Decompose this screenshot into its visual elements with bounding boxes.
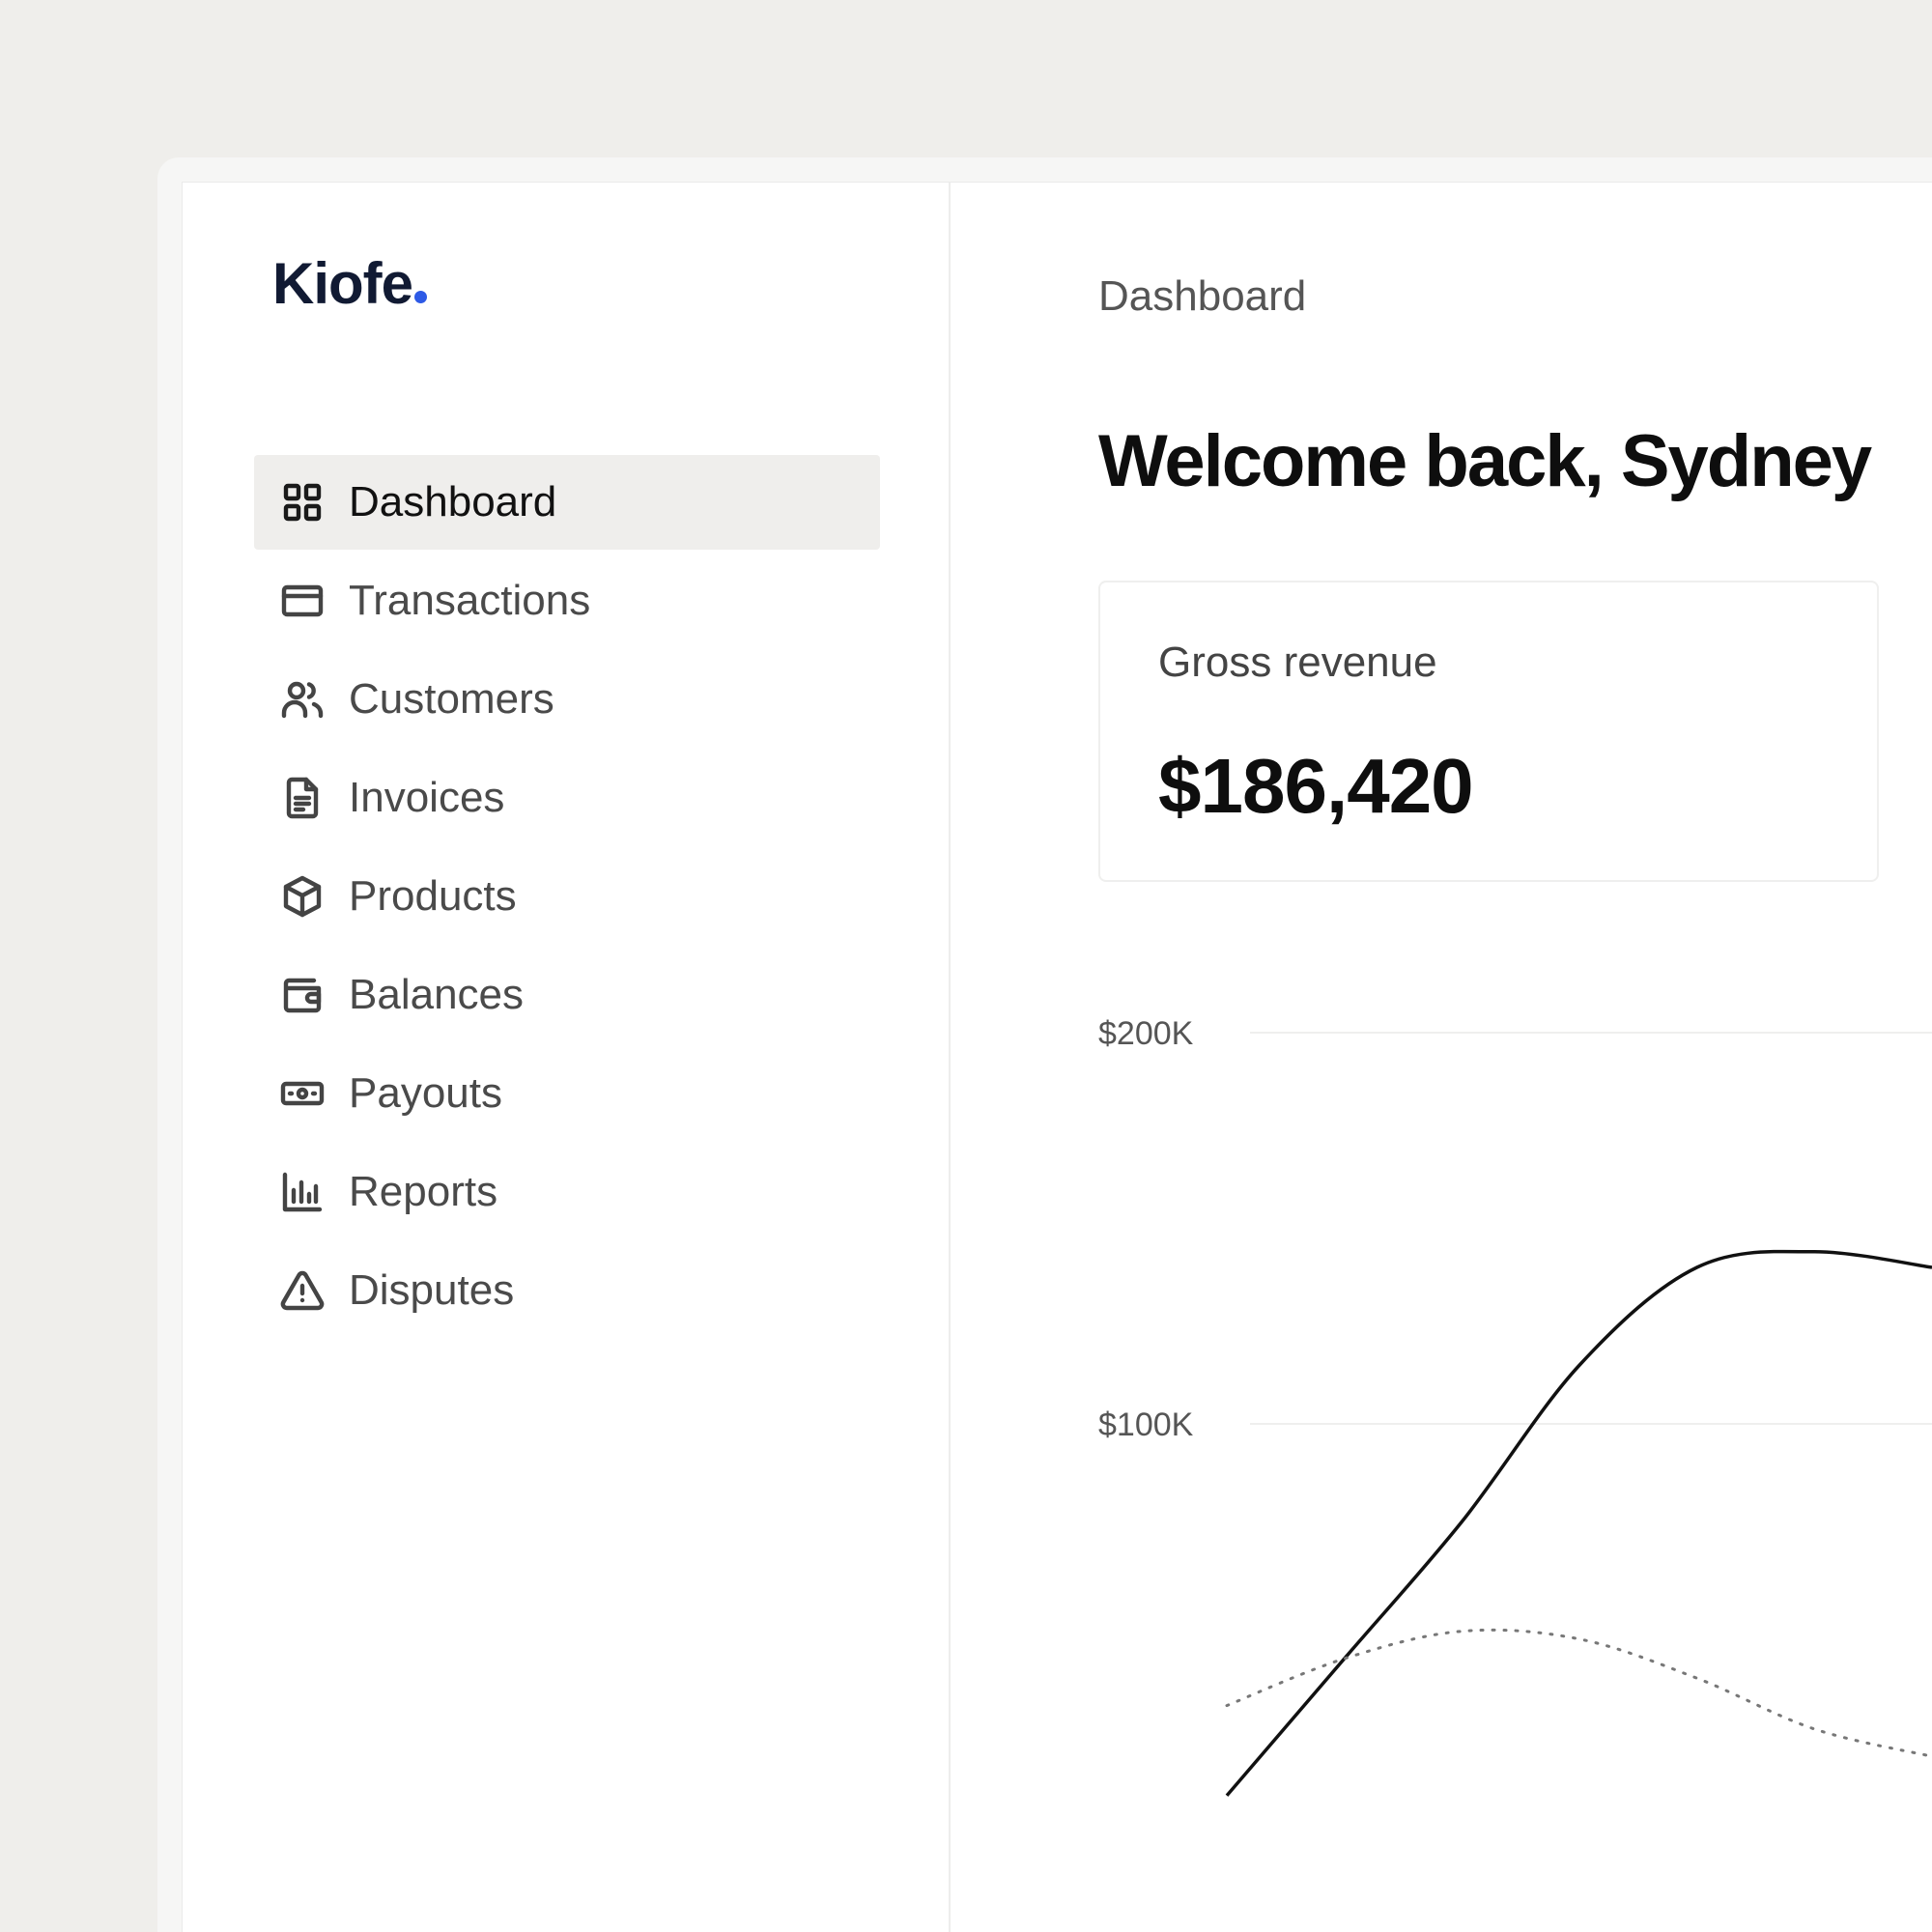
sidebar-nav: Dashboard Transactions Customers Invoice… xyxy=(254,455,880,1342)
sidebar-item-transactions[interactable]: Transactions xyxy=(254,554,880,648)
sidebar-item-label: Balances xyxy=(349,971,525,1018)
series-line-comparison xyxy=(1225,1628,1932,1758)
grid-icon xyxy=(278,478,327,526)
sidebar-item-label: Transactions xyxy=(349,577,591,624)
sidebar-item-payouts[interactable]: Payouts xyxy=(254,1046,880,1141)
sidebar-item-customers[interactable]: Customers xyxy=(254,652,880,747)
wallet-icon xyxy=(278,971,327,1019)
sidebar-item-label: Invoices xyxy=(349,774,505,821)
sidebar-item-label: Payouts xyxy=(349,1069,502,1117)
logo-dot xyxy=(414,291,427,303)
sidebar-item-label: Customers xyxy=(349,675,554,723)
y-tick-label: $100K xyxy=(1098,1406,1194,1443)
logo[interactable]: Kiofe xyxy=(272,255,427,313)
revenue-chart: $200K $100K xyxy=(1098,1015,1932,1797)
main-content: Dashboard Welcome back, Sydney Gross rev… xyxy=(951,183,1932,1932)
sidebar-item-label: Products xyxy=(349,872,517,920)
alert-triangle-icon xyxy=(278,1266,327,1315)
sidebar-item-disputes[interactable]: Disputes xyxy=(254,1243,880,1338)
box-icon xyxy=(278,872,327,921)
sidebar-item-products[interactable]: Products xyxy=(254,849,880,944)
y-tick-label: $200K xyxy=(1098,1015,1194,1052)
sidebar-item-label: Disputes xyxy=(349,1266,515,1314)
sidebar-item-balances[interactable]: Balances xyxy=(254,948,880,1042)
banknote-icon xyxy=(278,1069,327,1118)
users-icon xyxy=(278,675,327,724)
sidebar-item-label: Dashboard xyxy=(349,478,557,526)
sidebar: Kiofe Dashboard Transactions Customers I… xyxy=(183,183,951,1932)
credit-card-icon xyxy=(278,577,327,625)
sidebar-item-reports[interactable]: Reports xyxy=(254,1145,880,1239)
file-text-icon xyxy=(278,774,327,822)
series-line-revenue xyxy=(1225,1249,1932,1797)
sidebar-item-invoices[interactable]: Invoices xyxy=(254,751,880,845)
bar-chart-icon xyxy=(278,1168,327,1216)
logo-text: Kiofe xyxy=(272,251,413,316)
sidebar-item-label: Reports xyxy=(349,1168,498,1215)
sidebar-item-dashboard[interactable]: Dashboard xyxy=(254,455,880,550)
